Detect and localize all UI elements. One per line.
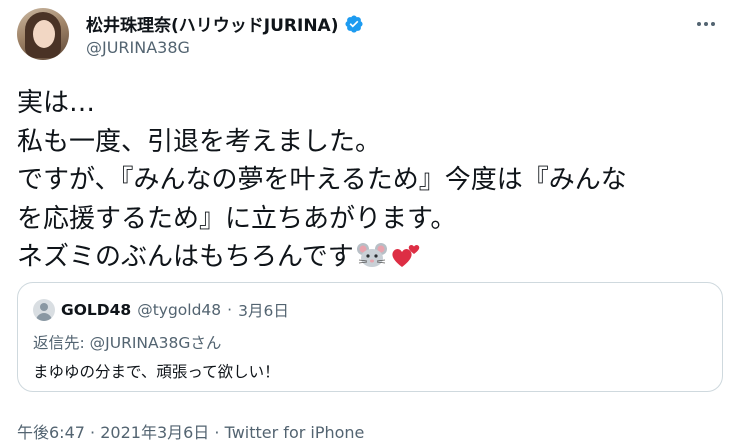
tweet-date-link[interactable]: 2021年3月6日: [100, 423, 209, 442]
separator-dot: ·: [227, 301, 233, 319]
quoted-user-avatar: [33, 299, 55, 321]
tweet-text-line: を応援するため』に立ちあがります。: [17, 203, 457, 234]
quoted-reply-to: 返信先: @JURINA38Gさん: [33, 334, 222, 352]
avatar-placeholder-head: [40, 303, 48, 311]
tweet-header: 松井珠理奈(ハリウッドJURINA) @JURINA38G: [17, 8, 723, 62]
quoted-tweet[interactable]: GOLD48 @tygold48 · 3月6日 返信先: @JURINA38Gさ…: [17, 282, 723, 392]
tweet-source: Twitter for iPhone: [224, 423, 365, 442]
quoted-handle: @tygold48: [137, 301, 222, 319]
tweet-text: 実は… 私も一度、引退を考えました。 ですが、『みんなの夢を叶えるため』今度は『…: [17, 84, 723, 277]
tweet-metadata: 午後6:47 · 2021年3月6日 · Twitter for iPhone: [17, 419, 364, 443]
mouse-face-icon: [356, 243, 387, 267]
quoted-tweet-text: まゆゆの分まで、頑張って欲しい！: [33, 363, 280, 381]
display-name[interactable]: 松井珠理奈(ハリウッドJURINA): [86, 11, 338, 36]
avatar-placeholder-body: [36, 313, 52, 321]
quoted-tweet-header: GOLD48 @tygold48 · 3月6日: [33, 299, 289, 321]
separator-dot: ·: [214, 423, 220, 442]
tweet-text-line: ですが、『みんなの夢を叶えるため』今度は『みんな: [17, 165, 627, 195]
separator-dot: ·: [90, 423, 96, 442]
avatar-face: [33, 20, 55, 48]
tweet-text-line: 実は…: [17, 88, 96, 118]
user-handle[interactable]: @JURINA38G: [86, 38, 190, 57]
tweet-text-line: ネズミのぶんはもちろんです: [17, 242, 354, 272]
user-avatar[interactable]: [17, 8, 69, 60]
tweet-time-link[interactable]: 午後6:47: [17, 423, 85, 442]
quoted-date: 3月6日: [238, 302, 289, 320]
quoted-display-name: GOLD48: [61, 301, 132, 319]
tweet-text-line: 私も一度、引退を考えました。: [17, 126, 382, 157]
more-options-icon[interactable]: [693, 14, 719, 34]
name-row: 松井珠理奈(ハリウッドJURINA): [86, 11, 364, 36]
tweet-text-last-line: ネズミのぶんはもちろんです: [17, 238, 723, 277]
verified-badge-icon: [345, 14, 364, 33]
tweet-card: 松井珠理奈(ハリウッドJURINA) @JURINA38G 実は… 私も一度、引…: [0, 0, 740, 444]
two-hearts-icon: [392, 245, 419, 267]
